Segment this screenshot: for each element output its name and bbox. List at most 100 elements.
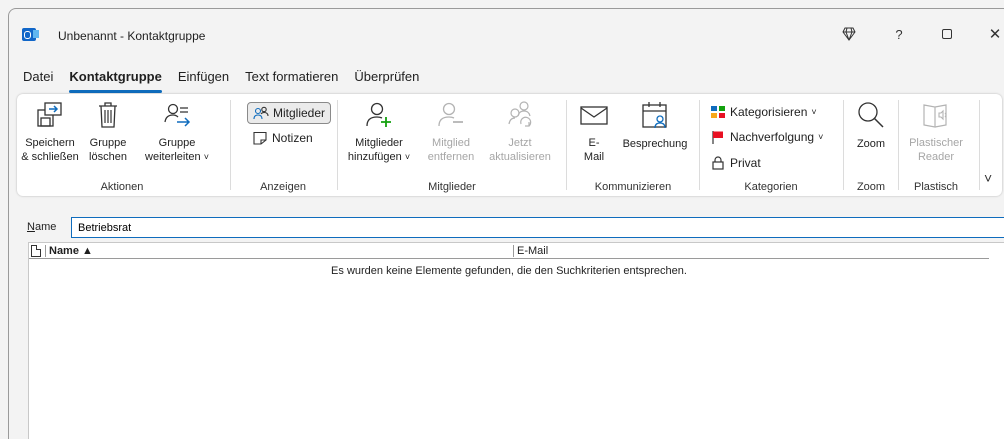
email-label-2: Mail [583, 151, 605, 163]
forward-group-label-1: Gruppe [158, 137, 196, 149]
column-divider[interactable] [513, 245, 514, 257]
tab-ueberpruefen[interactable]: Überprüfen [346, 67, 427, 91]
envelope-icon [580, 106, 608, 125]
members-list[interactable]: Name ▲ E-Mail Es wurden keine Elemente g… [28, 242, 1004, 439]
tab-einfuegen[interactable]: Einfügen [170, 67, 237, 91]
ribbon-separator [337, 100, 338, 190]
group-kommunizieren: E- Mail Besprechung Kommunizieren [568, 94, 698, 196]
group-label-mitglieder: Mitglieder [428, 181, 476, 193]
categorize-label: Kategorisieren [730, 105, 808, 119]
group-plastisch: Plastischer Reader Plastisch [900, 94, 972, 196]
list-header: Name ▲ E-Mail [29, 243, 989, 259]
categorize-button[interactable]: Kategorisieren ˅ [705, 101, 822, 123]
group-mitglieder: Mitglieder hinzufügen ˅ Mitglied entfern… [339, 94, 565, 196]
immersive-reader-button[interactable]: Plastischer Reader [904, 100, 968, 164]
outlook-window: Unbenannt - Kontaktgruppe ? ✕ Datei Kont… [8, 8, 1004, 439]
help-button[interactable]: ? [879, 21, 919, 47]
add-person-icon [366, 102, 391, 127]
meeting-button[interactable]: Besprechung [618, 100, 692, 151]
magnifier-icon [858, 102, 884, 128]
ribbon-separator [843, 100, 844, 190]
remove-person-icon [438, 102, 463, 127]
group-label-plastisch: Plastisch [913, 181, 959, 193]
delete-group-label-1: Gruppe [89, 137, 127, 149]
save-close-button[interactable]: Speichern & schließen [19, 100, 81, 164]
column-header-email[interactable]: E-Mail [517, 245, 548, 257]
group-label-kategorien: Kategorien [744, 181, 798, 193]
group-name-input[interactable] [71, 217, 1004, 238]
tab-datei[interactable]: Datei [9, 67, 61, 91]
members-view-button[interactable]: Mitglieder [247, 102, 332, 124]
delete-group-label-2: löschen [89, 151, 127, 163]
notes-view-label: Notizen [272, 131, 313, 145]
ribbon-separator [699, 100, 700, 190]
refresh-contacts-icon [508, 101, 532, 127]
title-bar: Unbenannt - Kontaktgruppe ? ✕ [9, 9, 1004, 57]
forward-group-button[interactable]: Gruppe weiterleiten ˅ [137, 100, 217, 164]
immersive-reader-label-1: Plastischer [909, 137, 963, 149]
column-header-name[interactable]: Name ▲ [49, 245, 93, 257]
chevron-down-icon: ˅ [203, 152, 209, 162]
group-anzeigen: Mitglieder Notizen Anzeigen [233, 94, 333, 196]
group-aktionen: Speichern & schließen Gruppe löschen Gru… [17, 94, 227, 196]
forward-contact-icon [164, 103, 191, 127]
column-divider[interactable] [45, 245, 46, 257]
item-type-icon[interactable] [31, 245, 41, 257]
update-now-label-1: Jetzt [508, 137, 532, 149]
empty-list-message: Es wurden keine Elemente gefunden, die d… [331, 265, 687, 277]
notes-view-button[interactable]: Notizen [247, 127, 318, 149]
trash-icon [99, 102, 117, 128]
chevron-down-icon: ˅ [811, 107, 817, 117]
outlook-app-icon [22, 28, 39, 41]
zoom-button[interactable]: Zoom [849, 100, 893, 151]
close-button[interactable]: ✕ [975, 21, 1004, 47]
group-label-zoom: Zoom [856, 181, 886, 193]
ribbon: Speichern & schließen Gruppe löschen Gru… [17, 94, 1002, 196]
ribbon-separator [230, 100, 231, 190]
group-label-aktionen: Aktionen [100, 181, 144, 193]
maximize-button[interactable] [927, 21, 967, 47]
diamond-icon[interactable] [829, 21, 869, 47]
add-members-label-1: Mitglieder [355, 137, 403, 149]
immersive-reader-label-2: Reader [917, 151, 955, 163]
email-button[interactable]: E- Mail [574, 100, 614, 164]
update-now-label-2: aktualisieren [489, 151, 551, 163]
chevron-down-icon: ˅ [404, 152, 411, 162]
remove-member-button[interactable]: Mitglied entfernen [423, 100, 479, 164]
save-close-icon [37, 102, 62, 127]
ribbon-separator [979, 100, 980, 190]
save-close-label-1: Speichern [25, 137, 75, 149]
followup-button[interactable]: Nachverfolgung ˅ [705, 126, 828, 148]
calendar-person-icon [642, 102, 667, 129]
save-close-label-2: & schließen [21, 151, 79, 163]
tab-text-formatieren[interactable]: Text formatieren [237, 67, 346, 91]
notes-icon [253, 131, 267, 145]
forward-group-label-2-text: weiterleiten [145, 151, 201, 163]
name-row: Name [27, 217, 1004, 239]
members-icon [253, 106, 269, 120]
private-button[interactable]: Privat [705, 152, 766, 174]
window-title: Unbenannt - Kontaktgruppe [58, 29, 206, 43]
lock-icon [712, 156, 724, 170]
delete-group-button[interactable]: Gruppe löschen [83, 100, 133, 164]
add-members-button[interactable]: Mitglieder hinzufügen ˅ [343, 100, 415, 164]
add-members-label-2-text: hinzufügen [347, 151, 402, 163]
update-now-button[interactable]: Jetzt aktualisieren [485, 100, 555, 164]
ribbon-separator [566, 100, 567, 190]
group-zoom: Zoom Zoom [845, 94, 897, 196]
categories-icon [711, 106, 725, 118]
group-kategorien: Kategorisieren ˅ Nachverfolgung ˅ Privat… [701, 94, 841, 196]
zoom-label: Zoom [856, 138, 886, 150]
ribbon-tabs: Datei Kontaktgruppe Einfügen Text format… [9, 67, 427, 93]
remove-member-label-2: entfernen [427, 151, 475, 163]
name-label: Name [27, 221, 56, 233]
name-label-rest: ame [34, 221, 57, 233]
followup-label: Nachverfolgung [730, 130, 815, 144]
chevron-down-icon: ˅ [818, 132, 824, 142]
tab-kontaktgruppe[interactable]: Kontaktgruppe [61, 67, 169, 93]
email-label-1: E- [588, 137, 600, 149]
group-label-anzeigen: Anzeigen [260, 181, 306, 193]
members-view-label: Mitglieder [273, 106, 326, 120]
ribbon-collapse-chevron-icon[interactable]: ˅ [984, 170, 992, 186]
remove-member-label-1: Mitglied [432, 137, 470, 149]
